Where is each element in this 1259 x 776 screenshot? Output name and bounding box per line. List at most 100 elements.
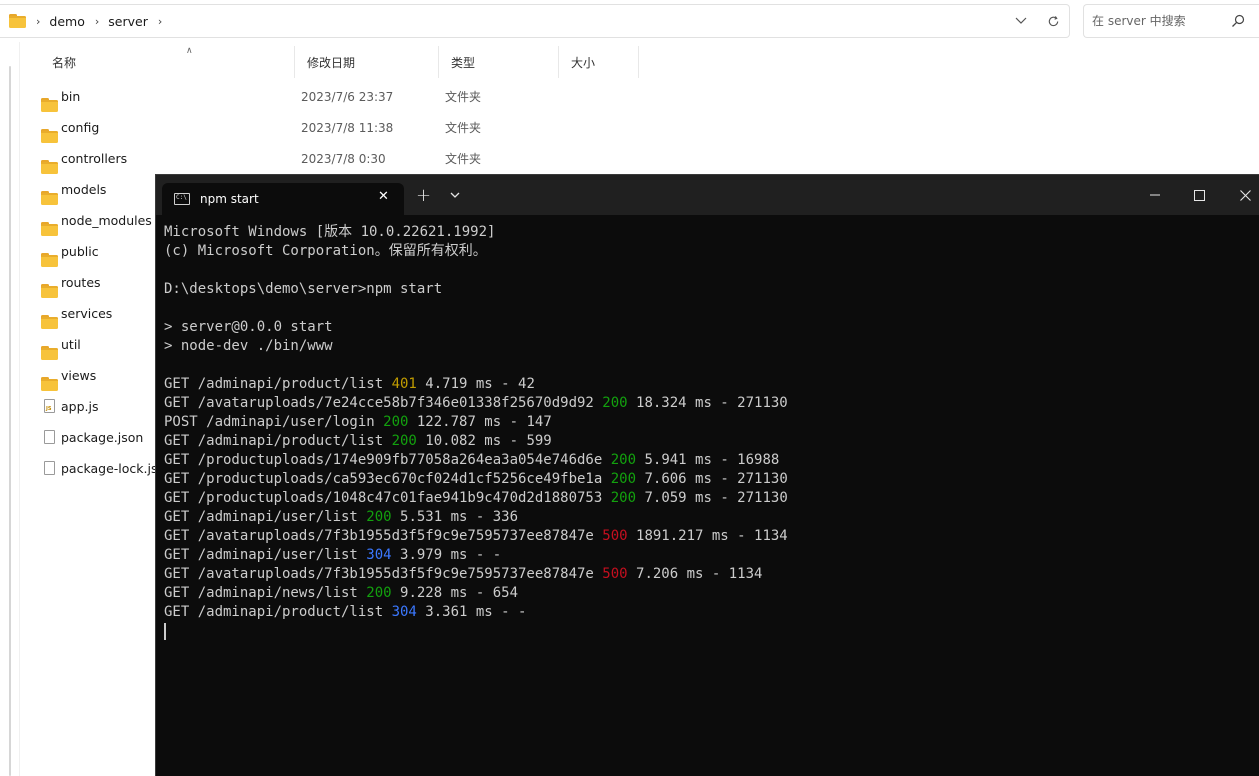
breadcrumb-server[interactable]: server — [108, 14, 148, 29]
terminal-text: 3.361 ms - - — [416, 604, 527, 620]
file-name: app.js — [61, 399, 99, 414]
cmd-icon: C:\ — [174, 193, 190, 205]
refresh-icon — [1048, 15, 1058, 26]
chevron-right-icon[interactable]: › — [158, 15, 162, 28]
terminal-text: GET /adminapi/news/list — [164, 585, 367, 601]
file-date: 2023/7/6 23:37 — [301, 89, 394, 104]
status-code: 200 — [610, 471, 637, 487]
terminal-text: > node-dev ./bin/www — [164, 338, 333, 354]
terminal-text: 122.787 ms - 147 — [408, 414, 552, 430]
terminal-line: GET /adminapi/product/list 401 4.719 ms … — [164, 375, 1259, 394]
refresh-button[interactable] — [1037, 5, 1069, 37]
terminal-text: 7.059 ms - 271130 — [636, 490, 788, 506]
file-name: public — [61, 244, 99, 259]
text-cursor — [164, 623, 166, 640]
status-code: 200 — [383, 414, 409, 430]
file-name: views — [61, 368, 97, 383]
file-type: 文件夹 — [445, 152, 482, 166]
status-code: 304 — [391, 604, 417, 620]
terminal-line: GET /adminapi/user/list 304 3.979 ms - - — [164, 546, 1259, 565]
chevron-down-icon — [1015, 17, 1027, 24]
terminal-text: GET /avataruploads/7f3b1955d3f5f9c9e7595… — [164, 566, 603, 582]
column-name-label: 名称 — [52, 55, 77, 70]
navigation-scrollbar[interactable] — [9, 66, 11, 776]
terminal-text: > server@0.0.0 start — [164, 319, 333, 335]
terminal-line: GET /adminapi/news/list 200 9.228 ms - 6… — [164, 584, 1259, 603]
terminal-window: C:\ npm start ✕ + Microsoft Windows [版本 … — [155, 174, 1259, 776]
terminal-line: POST /adminapi/user/login 200 122.787 ms… — [164, 413, 1259, 432]
terminal-line: GET /productuploads/ca593ec670cf024d1cf5… — [164, 470, 1259, 489]
json-file-icon — [44, 461, 55, 475]
terminal-line: GET /adminapi/user/list 200 5.531 ms - 3… — [164, 508, 1259, 527]
chevron-down-icon[interactable] — [448, 188, 462, 202]
file-row-config[interactable]: config 2023/7/8 11:38 文件夹 — [20, 112, 660, 143]
terminal-text: 5.941 ms - 16988 — [636, 452, 780, 468]
status-code: 200 — [602, 395, 628, 411]
minimize-button[interactable] — [1132, 181, 1178, 209]
status-code: 200 — [610, 452, 637, 468]
terminal-text: 10.082 ms - 599 — [416, 433, 552, 449]
file-name: package.json — [61, 430, 144, 445]
terminal-text: GET /adminapi/product/list — [164, 376, 392, 392]
maximize-button[interactable] — [1176, 181, 1222, 209]
address-row: › demo › server › — [0, 0, 1259, 42]
status-code: 200 — [366, 585, 392, 601]
status-code: 500 — [602, 566, 628, 582]
terminal-line: GET /adminapi/product/list 200 10.082 ms… — [164, 432, 1259, 451]
folder-icon — [41, 314, 58, 329]
folder-icon — [41, 159, 58, 174]
terminal-line: GET /adminapi/product/list 304 3.361 ms … — [164, 603, 1259, 622]
folder-icon — [41, 252, 58, 267]
folder-icon — [41, 190, 58, 205]
breadcrumb-demo[interactable]: demo — [49, 14, 84, 29]
search-box[interactable] — [1083, 4, 1259, 38]
status-code: 500 — [602, 528, 628, 544]
terminal-text: GET /adminapi/user/list — [164, 509, 367, 525]
file-name: bin — [61, 89, 81, 104]
address-history-dropdown[interactable] — [1005, 5, 1037, 37]
terminal-line: Microsoft Windows [版本 10.0.22621.1992] — [164, 223, 1259, 242]
address-bar[interactable]: › demo › server › — [0, 4, 1070, 38]
terminal-text: 7.606 ms - 271130 — [636, 471, 788, 487]
close-tab-icon[interactable]: ✕ — [378, 189, 389, 204]
file-row-controllers[interactable]: controllers 2023/7/8 0:30 文件夹 — [20, 143, 660, 174]
terminal-line: GET /avataruploads/7e24cce58b7f346e01338… — [164, 394, 1259, 413]
search-icon[interactable] — [1231, 14, 1245, 28]
terminal-line: (c) Microsoft Corporation。保留所有权利。 — [164, 242, 1259, 261]
terminal-line: GET /productuploads/1048c47c01fae941b9c4… — [164, 489, 1259, 508]
chevron-right-icon: › — [36, 14, 41, 28]
terminal-text: Microsoft Windows [版本 10.0.22621.1992] — [164, 224, 496, 240]
column-header-modified[interactable]: 修改日期 — [295, 46, 439, 78]
column-header-name[interactable]: 名称 ∧ — [40, 46, 295, 78]
terminal-text: 4.719 ms - 42 — [416, 376, 535, 392]
column-size-label: 大小 — [571, 55, 596, 70]
column-header-size[interactable]: 大小 — [559, 46, 639, 78]
terminal-text: GET /adminapi/product/list — [164, 604, 392, 620]
terminal-text: 18.324 ms - 271130 — [627, 395, 788, 411]
new-tab-button[interactable]: + — [416, 185, 431, 206]
column-modified-label: 修改日期 — [307, 55, 356, 70]
folder-icon — [9, 14, 26, 28]
search-input[interactable] — [1092, 14, 1232, 28]
close-button[interactable] — [1222, 181, 1259, 209]
terminal-text: 3.979 ms - - — [391, 547, 502, 563]
close-icon — [1239, 189, 1251, 201]
terminal-text: 5.531 ms - 336 — [391, 509, 519, 525]
column-header-type[interactable]: 类型 — [439, 46, 559, 78]
terminal-text: D:\desktops\demo\server>npm start — [164, 281, 443, 297]
terminal-tab[interactable]: C:\ npm start ✕ — [162, 183, 404, 215]
file-type: 文件夹 — [445, 121, 482, 135]
terminal-titlebar[interactable]: C:\ npm start ✕ + — [156, 175, 1259, 215]
column-type-label: 类型 — [451, 55, 476, 70]
status-code: 304 — [366, 547, 392, 563]
terminal-text: GET /avataruploads/7e24cce58b7f346e01338… — [164, 395, 603, 411]
terminal-output[interactable]: Microsoft Windows [版本 10.0.22621.1992] (c… — [164, 223, 1259, 776]
terminal-text: GET /productuploads/ca593ec670cf024d1cf5… — [164, 471, 611, 487]
file-name: node_modules — [61, 213, 152, 228]
folder-icon — [41, 97, 58, 112]
file-row-bin[interactable]: bin 2023/7/6 23:37 文件夹 — [20, 81, 660, 112]
prompt-line — [164, 622, 1259, 641]
terminal-text: GET /productuploads/1048c47c01fae941b9c4… — [164, 490, 611, 506]
